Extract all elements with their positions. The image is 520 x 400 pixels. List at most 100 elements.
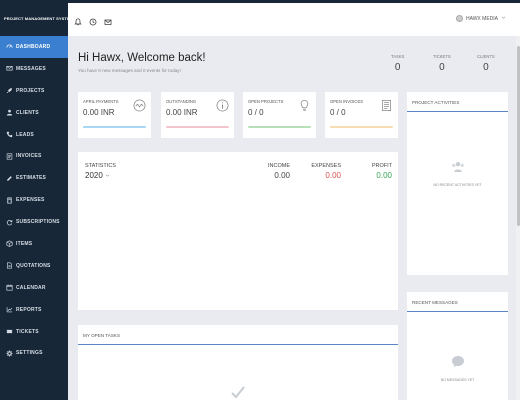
chevron-down-icon [501, 15, 506, 22]
stat-label: TICKETS [433, 54, 451, 59]
info-icon [216, 99, 229, 112]
sidebar-item-label: MESSAGES [16, 65, 46, 72]
messages-icon [5, 65, 13, 73]
document-icon [5, 262, 13, 270]
card-bar [166, 126, 229, 128]
sidebar-item-label: SETTINGS [16, 350, 43, 357]
stat-value: 0 [394, 62, 401, 73]
sidebar-item-messages[interactable]: MESSAGES [0, 58, 68, 80]
rocket-icon [5, 87, 13, 95]
sidebar-item-label: CALENDAR [16, 284, 46, 291]
edit-icon [5, 174, 13, 182]
stat-value: 0 [439, 62, 445, 73]
mail-icon[interactable] [104, 13, 112, 31]
stat-value: 0 [483, 62, 489, 73]
wave-icon [133, 99, 146, 112]
welcome-subtitle: You have 0 new messages and 0 events for… [78, 68, 181, 73]
card-outstanding[interactable]: OUTSTANDING 0.00 INR [161, 92, 234, 138]
sidebar-item-label: LEADS [16, 131, 34, 138]
sidebar-item-clients[interactable]: CLIENTS [0, 102, 68, 124]
chat-bubble-icon [451, 356, 464, 367]
sidebar-item-label: INVOICES [16, 153, 42, 160]
empty-state-text: NO RECENT ACTIVITIES YET [433, 183, 482, 187]
invoice-icon [5, 152, 13, 160]
avatar [455, 15, 463, 22]
statistics-label: STATISTICS [85, 163, 116, 169]
recent-messages-panel: RECENT MESSAGES NO MESSAGES YET [407, 292, 508, 400]
sidebar-item-calendar[interactable]: CALENDAR [0, 277, 68, 299]
page-scrollbar[interactable] [516, 36, 520, 400]
card-open-projects[interactable]: OPEN PROJECTS 0 / 0 [243, 92, 316, 138]
sidebar-item-label: CLIENTS [16, 109, 39, 116]
checkmark-icon [231, 386, 245, 399]
calendar-icon [5, 284, 13, 292]
panel-title: RECENT MESSAGES [407, 292, 508, 312]
sidebar-item-settings[interactable]: SETTINGS [0, 342, 68, 364]
user-menu[interactable]: HAWX MEDIA [455, 15, 506, 22]
receipt-icon [381, 100, 392, 111]
ticket-icon [5, 328, 13, 336]
sidebar-item-label: TICKETS [16, 328, 39, 335]
card-bar [330, 126, 393, 128]
calculator-icon [5, 196, 13, 204]
sidebar-item-label: EXPENSES [16, 197, 45, 204]
clock-icon[interactable] [89, 13, 97, 31]
phone-icon [5, 131, 13, 139]
card-april-payments[interactable]: APRIL PAYMENTS 0.00 INR [78, 92, 151, 138]
panel-title: MY OPEN TASKS [78, 325, 398, 345]
sidebar-item-dashboard[interactable]: DASHBOARD [0, 36, 68, 58]
sidebar-item-quotations[interactable]: QUOTATIONS [0, 255, 68, 277]
sidebar-item-label: SUBSCRIPTIONS [16, 219, 60, 226]
sidebar-item-items[interactable]: ITEMS [0, 233, 68, 255]
box-icon [5, 240, 13, 248]
sidebar-item-projects[interactable]: PROJECTS [0, 80, 68, 102]
profit-value: 0.00 [376, 171, 392, 180]
users-icon [451, 162, 464, 172]
sidebar-item-label: ESTIMATES [16, 175, 47, 182]
sidebar-item-label: ITEMS [16, 240, 33, 247]
brand-logo[interactable]: PROJECT MANAGEMENT SYSTEM [0, 0, 68, 36]
bell-icon[interactable] [74, 13, 82, 31]
card-open-invoices[interactable]: OPEN INVOICES 0 / 0 [325, 92, 398, 138]
expenses-value: 0.00 [325, 171, 341, 180]
sidebar: PROJECT MANAGEMENT SYSTEM DASHBOARD MESSA… [0, 0, 68, 400]
expenses-label: EXPENSES [311, 163, 341, 169]
user-name: HAWX MEDIA [465, 15, 498, 22]
open-tasks-panel: MY OPEN TASKS [78, 325, 398, 400]
sidebar-nav: DASHBOARD MESSAGES PROJECTS CLIENTS LEADS INV… [0, 36, 68, 364]
stat-clients[interactable]: CLIENTS 0 [477, 54, 495, 73]
sidebar-item-tickets[interactable]: TICKETS [0, 321, 68, 343]
topbar-icons [74, 13, 112, 31]
profit-label: PROFIT [371, 163, 392, 169]
stat-tasks[interactable]: TASKS 0 [391, 54, 404, 73]
gear-icon [5, 349, 13, 357]
sidebar-item-label: DASHBOARD [16, 43, 51, 50]
sidebar-item-leads[interactable]: LEADS [0, 124, 68, 146]
sidebar-item-estimates[interactable]: ESTIMATES [0, 167, 68, 189]
sidebar-item-expenses[interactable]: EXPENSES [0, 189, 68, 211]
welcome-title: Hi Hawx, Welcome back! [78, 52, 206, 64]
dashboard-icon [5, 43, 13, 51]
stat-tickets[interactable]: TICKETS 0 [433, 54, 451, 73]
topbar: HAWX MEDIA [68, 0, 520, 36]
scrollbar-thumb[interactable] [516, 46, 520, 226]
sidebar-item-subscriptions[interactable]: SUBSCRIPTIONS [0, 211, 68, 233]
chevron-down-icon [105, 174, 109, 177]
stat-label: CLIENTS [477, 54, 495, 59]
welcome-section: Hi Hawx, Welcome back! You have 0 new me… [78, 52, 206, 73]
empty-state-text: NO MESSAGES YET [440, 378, 475, 382]
project-activities-panel: PROJECT ACTIVITIES NO RECENT ACTIVITIES … [407, 92, 508, 275]
user-icon [5, 109, 13, 117]
sidebar-item-invoices[interactable]: INVOICES [0, 145, 68, 167]
lightbulb-icon [300, 100, 309, 111]
year-select[interactable]: 2020 [85, 171, 110, 180]
refresh-icon [5, 218, 13, 226]
sidebar-item-label: QUOTATIONS [16, 262, 51, 269]
sidebar-item-label: PROJECTS [16, 87, 45, 94]
stat-label: TASKS [391, 54, 405, 59]
card-bar [248, 126, 311, 128]
sidebar-item-reports[interactable]: REPORTS [0, 299, 68, 321]
sidebar-item-label: REPORTS [16, 306, 42, 313]
chart-icon [5, 306, 13, 314]
income-value: 0.00 [274, 171, 290, 180]
